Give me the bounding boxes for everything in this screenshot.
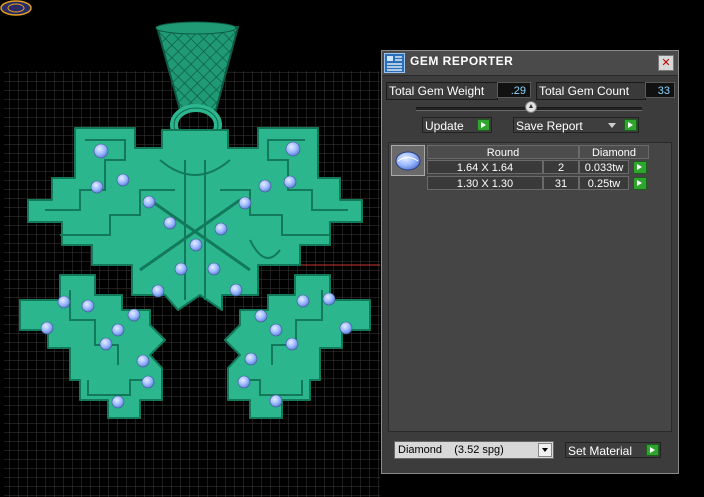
app-logo-icon xyxy=(0,0,32,16)
select-row-button[interactable] xyxy=(633,177,647,190)
size-slider-knob[interactable] xyxy=(525,101,537,113)
gem-size-cell: 1.64 X 1.64 xyxy=(427,160,543,174)
total-gem-weight-label: Total Gem Weight xyxy=(386,82,498,100)
close-button[interactable]: ✕ xyxy=(658,55,674,71)
save-report-label: Save Report xyxy=(516,119,583,133)
close-icon: ✕ xyxy=(661,56,671,69)
round-gem-icon xyxy=(395,151,421,171)
gem-thumbnail[interactable] xyxy=(391,145,425,176)
play-icon xyxy=(477,119,490,131)
total-gem-weight-value: .29 xyxy=(497,82,531,98)
gem-count-cell: 31 xyxy=(543,176,579,190)
play-icon xyxy=(624,119,637,131)
play-icon xyxy=(646,444,659,456)
select-row-button[interactable] xyxy=(633,161,647,174)
gem-weight-cell: 0.25tw xyxy=(579,176,629,190)
save-report-dropdown[interactable]: Save Report xyxy=(513,117,639,133)
gem-results-list: Round Diamond 1.64 X 1.64 2 0.033tw 1.30… xyxy=(388,142,672,432)
update-button[interactable]: Update xyxy=(422,117,492,133)
material-select[interactable]: Diamond (3.52 spg) xyxy=(394,441,554,459)
total-gem-count-value: 33 xyxy=(645,82,675,98)
gem-size-cell: 1.30 X 1.30 xyxy=(427,176,543,190)
update-label: Update xyxy=(425,119,464,133)
panel-titlebar[interactable]: GEM REPORTER ✕ xyxy=(382,51,678,76)
gem-reporter-icon xyxy=(384,53,405,73)
gem-reporter-panel: GEM REPORTER ✕ Total Gem Weight .29 Tota… xyxy=(381,50,679,474)
panel-title: GEM REPORTER xyxy=(410,54,514,68)
gem-weight-cell: 0.033tw xyxy=(579,160,629,174)
set-material-label: Set Material xyxy=(568,444,633,458)
chevron-down-icon[interactable] xyxy=(538,443,552,457)
chevron-down-icon xyxy=(608,123,616,128)
total-gem-count-label: Total Gem Count xyxy=(536,82,646,100)
column-material-header: Diamond xyxy=(579,145,649,159)
material-select-value: Diamond (3.52 spg) xyxy=(398,444,504,456)
gem-count-cell: 2 xyxy=(543,160,579,174)
column-shape-header: Round xyxy=(427,145,579,159)
set-material-button[interactable]: Set Material xyxy=(565,442,661,458)
